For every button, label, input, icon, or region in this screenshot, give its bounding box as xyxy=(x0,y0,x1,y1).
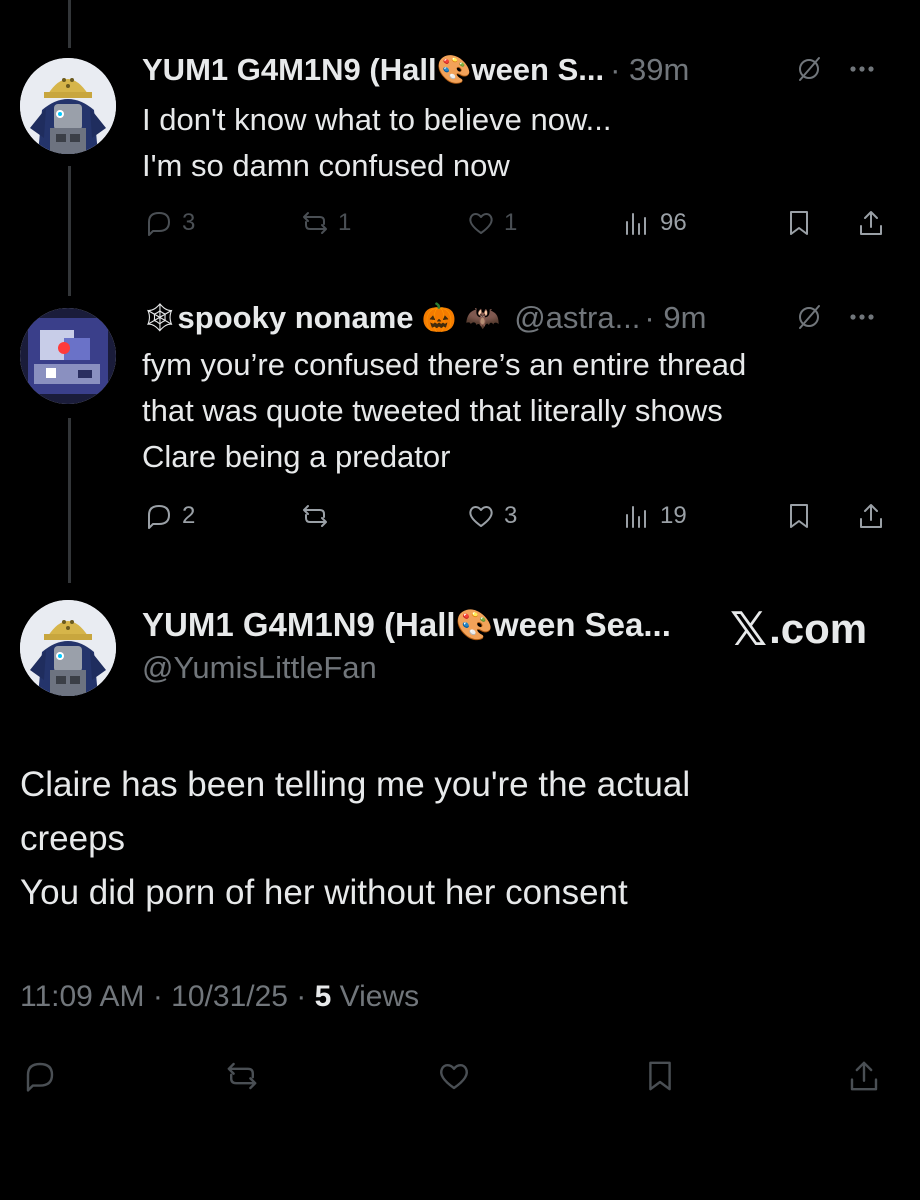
like-button[interactable]: 3 xyxy=(466,501,517,531)
tweet-text-line: Claire has been telling me you're the ac… xyxy=(20,765,691,804)
display-name-rest: ween Sea... xyxy=(492,606,671,643)
reply-icon xyxy=(26,1062,54,1092)
display-name[interactable]: YUM1 G4M1N9 (Hall xyxy=(142,50,437,90)
more-icon[interactable] xyxy=(846,54,878,84)
views-count: 5 xyxy=(314,980,332,1013)
bookmark-icon xyxy=(790,211,808,235)
reply-button[interactable]: 2 xyxy=(144,501,195,531)
bookmark-icon xyxy=(649,1061,671,1091)
avatar[interactable] xyxy=(20,58,116,154)
grok-icon[interactable] xyxy=(794,54,824,84)
more-icon[interactable] xyxy=(846,302,878,332)
views-button[interactable]: 96 xyxy=(622,208,687,238)
heart-icon xyxy=(469,213,493,234)
views-count: 19 xyxy=(660,502,687,529)
timestamp-text: 11:09 AM · 10/31/25 · xyxy=(20,980,315,1013)
views-icon xyxy=(626,213,646,235)
tweet-text-line: fym you’re confused there’s an entire th… xyxy=(142,347,747,382)
tweet-body: fym you’re confused there’s an entire th… xyxy=(142,342,746,480)
tweet-timestamp: 11:09 AM · 10/31/25 · 5 Views xyxy=(20,980,419,1014)
tweet-text-line: I'm so damn confused now xyxy=(142,148,510,183)
reply-icon xyxy=(148,505,170,529)
tweet-text-line: Clare being a predator xyxy=(142,439,451,474)
avatar[interactable] xyxy=(20,308,116,404)
share-icon xyxy=(860,504,882,528)
thread-line-top xyxy=(68,0,71,48)
repost-button[interactable] xyxy=(224,1058,260,1094)
share-button[interactable] xyxy=(856,208,886,238)
x-com-watermark: 𝕏 .com xyxy=(730,602,867,656)
reply-count: 3 xyxy=(182,209,196,236)
tweet-body: Claire has been telling me you're the ac… xyxy=(20,758,900,920)
share-button[interactable] xyxy=(846,1058,882,1094)
palette-emoji: 🎨 xyxy=(455,607,493,643)
reply-icon xyxy=(148,212,170,236)
tweet-text-line: that was quote tweeted that literally sh… xyxy=(142,393,723,428)
bookmark-button[interactable] xyxy=(784,501,814,531)
tweet-time[interactable]: · 39m xyxy=(610,50,689,90)
heart-icon xyxy=(439,1064,469,1090)
palette-emoji: 🎨 xyxy=(436,53,472,86)
tweet-top-icons xyxy=(794,54,878,84)
grok-icon[interactable] xyxy=(794,302,824,332)
reply-button[interactable]: 3 xyxy=(144,208,195,238)
display-name-part: YUM1 G4M1N9 (Hall xyxy=(142,606,456,643)
thread-line-2 xyxy=(68,418,71,583)
tweet-header: YUM1 G4M1N9 (Hall 🎨 ween S... · 39m xyxy=(142,50,689,90)
bookmark-icon xyxy=(790,504,808,528)
repost-icon xyxy=(227,1062,257,1090)
repost-count: 1 xyxy=(338,209,352,236)
tweet-top-icons xyxy=(794,302,878,332)
like-count: 3 xyxy=(504,502,518,529)
tweet-text-line: I don't know what to believe now... xyxy=(142,102,612,137)
repost-icon xyxy=(303,505,327,527)
site-text: .com xyxy=(769,605,868,652)
tweet-header: 🕸 spooky noname 🎃 🦇 @astra... · 9m xyxy=(142,298,706,338)
tweet-time[interactable]: · 9m xyxy=(644,298,706,338)
repost-button[interactable] xyxy=(300,501,330,531)
tweet-body: I don't know what to believe now... I'm … xyxy=(142,97,611,189)
reply-count: 2 xyxy=(182,502,196,529)
share-icon xyxy=(850,1061,878,1091)
spider-web-emoji: 🕸 xyxy=(142,301,178,334)
heart-icon xyxy=(469,506,493,527)
display-name-rest[interactable]: ween S... xyxy=(471,50,604,90)
thread-line-1 xyxy=(68,166,71,296)
views-count: 96 xyxy=(660,209,687,236)
like-button[interactable] xyxy=(436,1058,472,1094)
user-handle[interactable]: @astra... xyxy=(514,298,640,338)
share-icon xyxy=(860,211,882,235)
bookmark-button[interactable] xyxy=(784,208,814,238)
repost-button[interactable]: 1 xyxy=(300,208,351,238)
x-logo-icon: 𝕏 xyxy=(730,603,768,655)
like-count: 1 xyxy=(504,209,518,236)
share-button[interactable] xyxy=(856,501,886,531)
bookmark-button[interactable] xyxy=(642,1058,678,1094)
reply-button[interactable] xyxy=(22,1058,58,1094)
views-label: Views xyxy=(331,980,420,1013)
tweet-text-line: creeps xyxy=(20,819,126,858)
tweet-text-line: You did porn of her without her consent xyxy=(20,873,628,912)
views-button[interactable]: 19 xyxy=(622,501,687,531)
pumpkin-bat-emoji: 🎃 🦇 xyxy=(421,301,501,334)
user-handle[interactable]: @YumisLittleFan xyxy=(142,650,377,686)
display-name[interactable]: YUM1 G4M1N9 (Hall 🎨 ween Sea... xyxy=(142,606,671,644)
like-button[interactable]: 1 xyxy=(466,208,517,238)
repost-icon xyxy=(303,212,327,234)
display-name[interactable]: spooky noname xyxy=(178,298,414,338)
avatar[interactable] xyxy=(20,600,116,696)
views-icon xyxy=(626,506,646,528)
